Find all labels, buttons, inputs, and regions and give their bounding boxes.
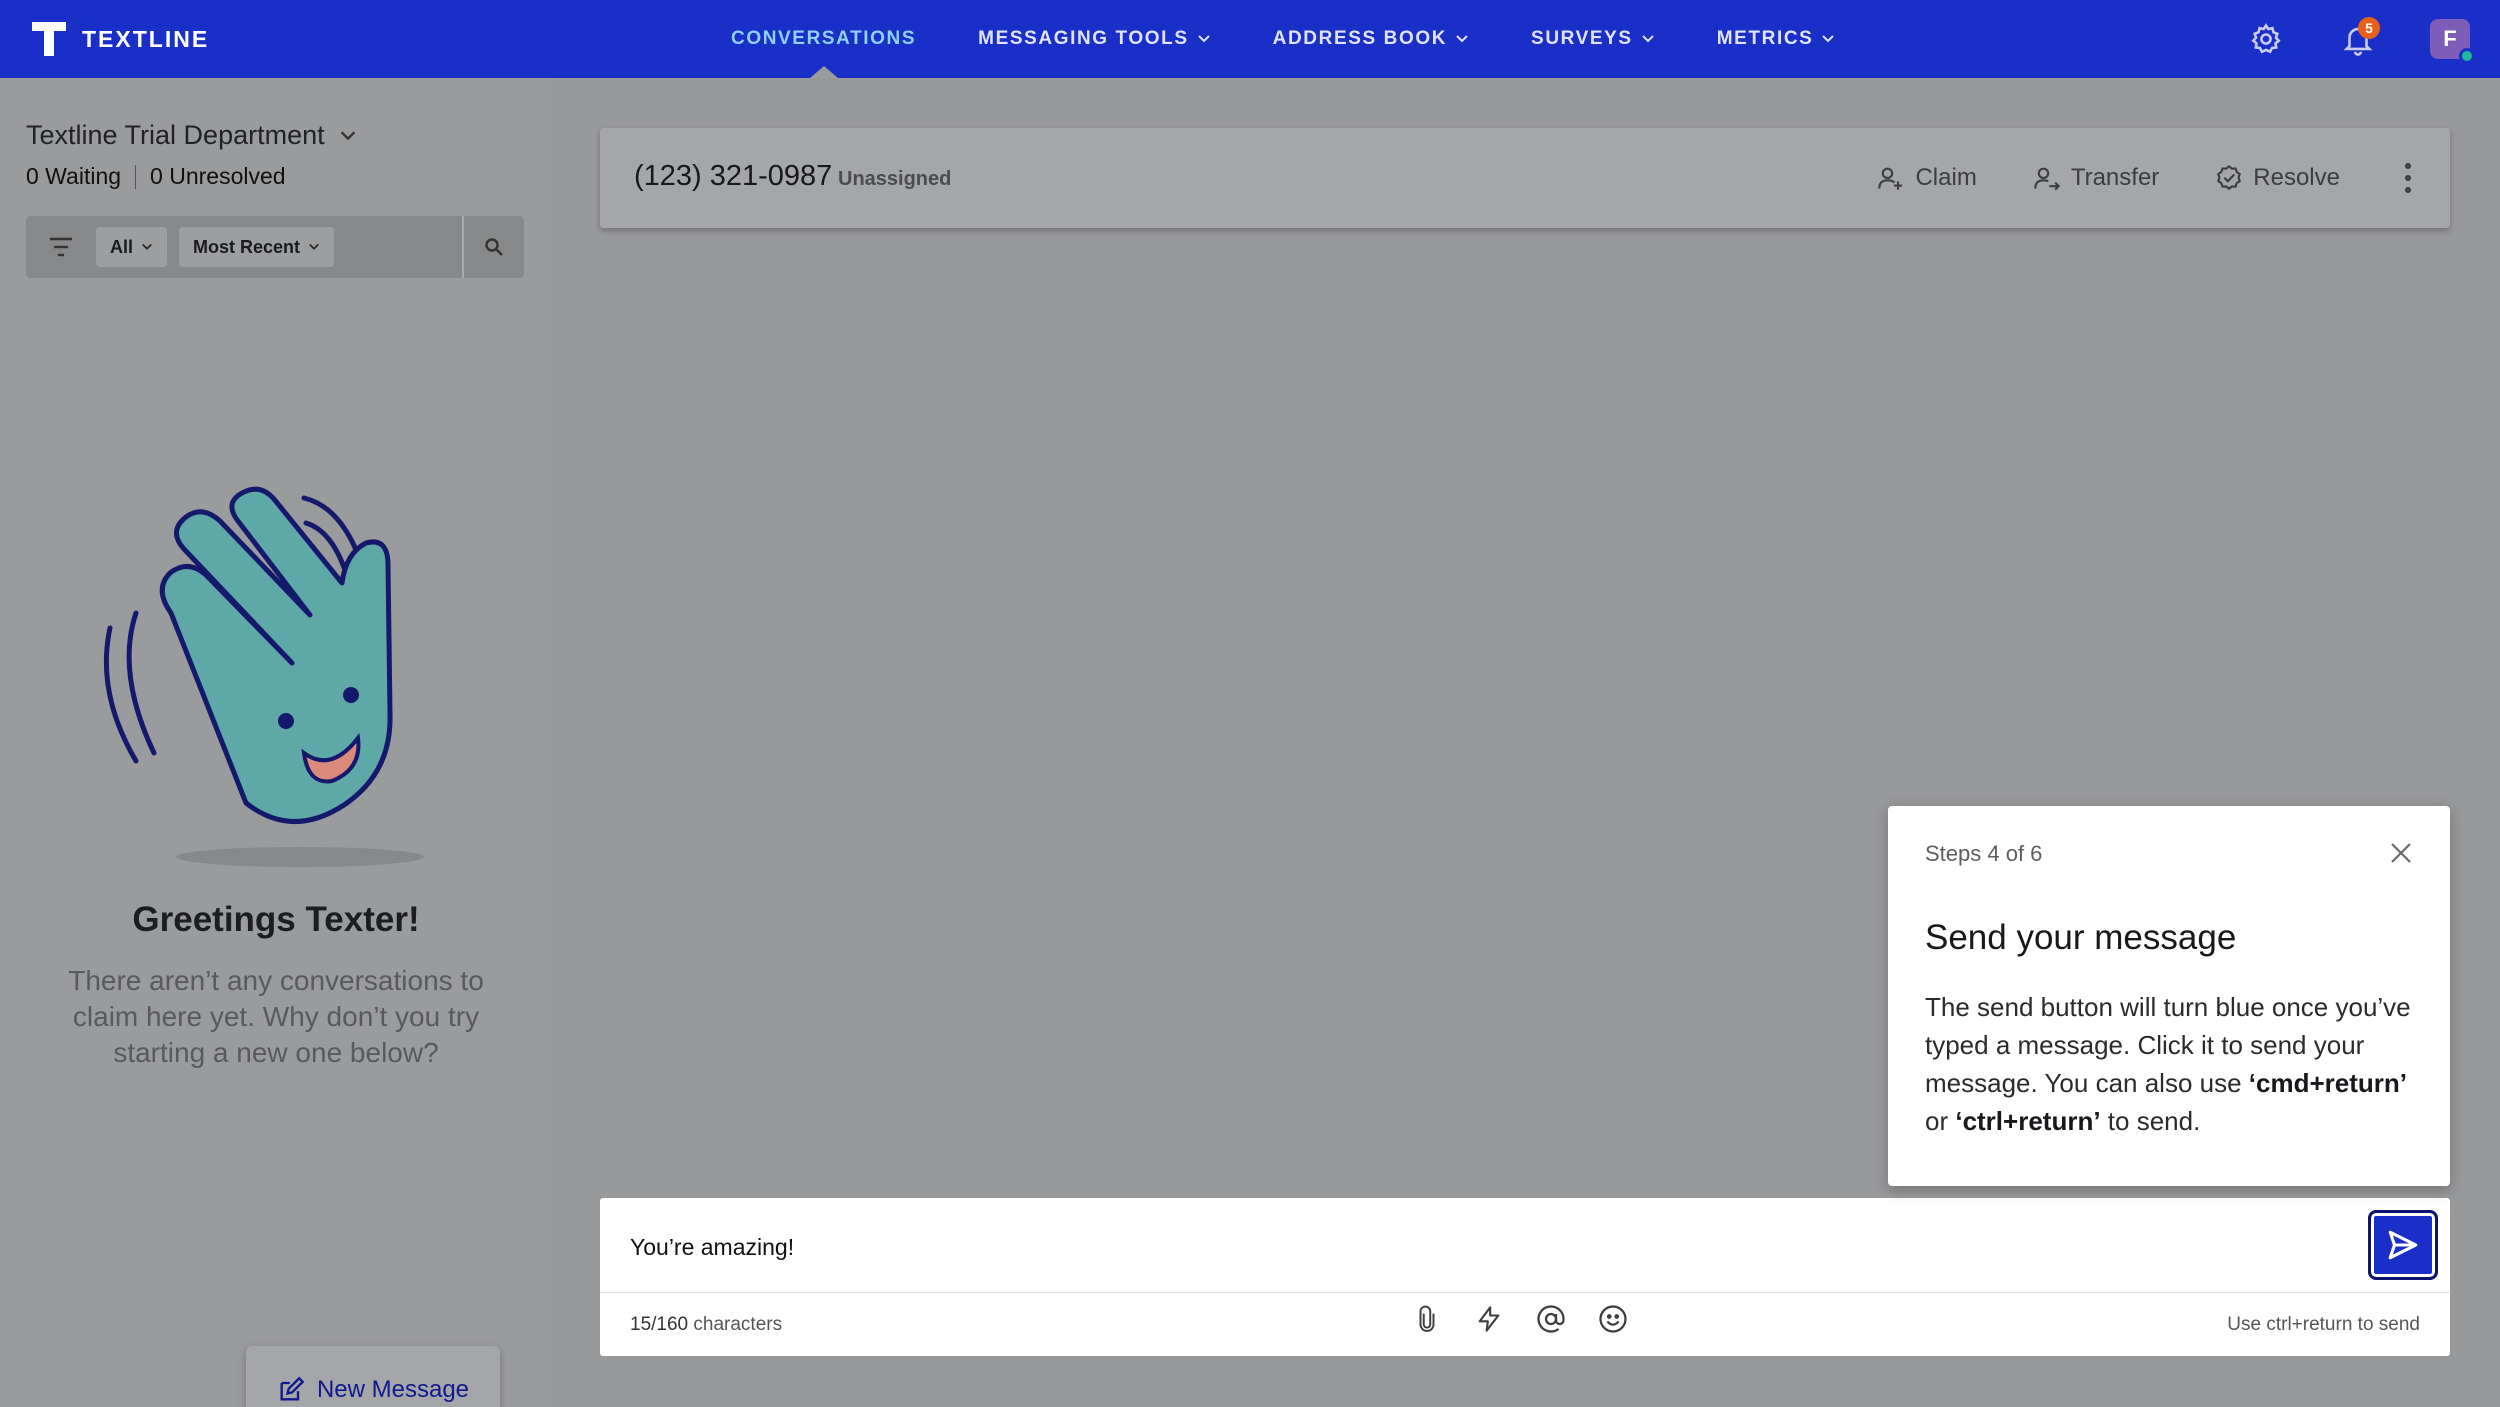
online-status-dot bbox=[2459, 48, 2475, 64]
resolve-check-icon bbox=[2217, 164, 2242, 191]
message-composer: 15/160 characters bbox=[600, 1198, 2450, 1356]
brand-name: TEXTLINE bbox=[82, 25, 210, 52]
status-filter-value: All bbox=[110, 236, 134, 257]
new-message-label: New Message bbox=[316, 1376, 470, 1403]
transfer-button[interactable]: Transfer bbox=[2033, 164, 2159, 192]
count-divider bbox=[135, 164, 137, 189]
compose-icon bbox=[280, 1376, 305, 1401]
character-counter: 15/160 characters bbox=[630, 1314, 782, 1336]
resolve-button[interactable]: Resolve bbox=[2215, 164, 2340, 192]
textline-logo-icon bbox=[32, 22, 66, 56]
composer-tools bbox=[1410, 1302, 1630, 1336]
status-filter-dropdown[interactable]: All bbox=[96, 227, 168, 267]
conversation-search-button[interactable] bbox=[462, 216, 524, 278]
nav-address-book[interactable]: ADDRESS BOOK bbox=[1242, 0, 1500, 78]
nav-messaging-tools-label: MESSAGING TOOLS bbox=[978, 28, 1189, 49]
nav-conversations-label: CONVERSATIONS bbox=[731, 28, 917, 49]
character-count-value: 15/160 bbox=[630, 1314, 689, 1335]
nav-conversations[interactable]: CONVERSATIONS bbox=[700, 0, 947, 78]
assignment-status: Unassigned bbox=[838, 168, 952, 190]
character-count-suffix: characters bbox=[688, 1314, 783, 1335]
contact-phone-number: (123) 321-0987 bbox=[634, 160, 833, 192]
claim-label: Claim bbox=[1915, 164, 1977, 191]
chevron-down-icon bbox=[1456, 35, 1468, 43]
more-options-button[interactable] bbox=[2396, 158, 2420, 198]
sort-dropdown[interactable]: Most Recent bbox=[179, 227, 335, 267]
nav-surveys-label: SURVEYS bbox=[1531, 28, 1633, 49]
nav-messaging-tools[interactable]: MESSAGING TOOLS bbox=[947, 0, 1242, 78]
conversation-filter-bar: All Most Recent bbox=[26, 216, 524, 278]
active-nav-indicator bbox=[809, 66, 838, 78]
at-sign-icon bbox=[1537, 1305, 1565, 1333]
send-shortcut-hint: Use ctrl+return to send bbox=[2227, 1314, 2420, 1335]
message-input[interactable] bbox=[630, 1222, 2270, 1272]
tour-body-part-2: or bbox=[1925, 1106, 1956, 1136]
notification-count-badge: 5 bbox=[2358, 17, 2380, 39]
paperclip-icon bbox=[1419, 1305, 1435, 1332]
tour-shortcut-ctrl: ‘ctrl+return’ bbox=[1955, 1106, 2101, 1136]
emoji-button[interactable] bbox=[1596, 1302, 1630, 1336]
nav-address-book-label: ADDRESS BOOK bbox=[1272, 28, 1448, 49]
filter-icon bbox=[50, 237, 72, 257]
lightning-bolt-icon bbox=[1478, 1306, 1500, 1332]
search-icon bbox=[485, 238, 503, 256]
user-avatar[interactable]: F bbox=[2430, 19, 2475, 64]
waving-hand-illustration bbox=[103, 486, 424, 867]
conversation-sidebar: Textline Trial Department 0 Waiting 0 Un… bbox=[0, 78, 552, 1407]
send-button[interactable] bbox=[2368, 1210, 2438, 1280]
chevron-down-icon bbox=[309, 243, 319, 250]
sort-value: Most Recent bbox=[193, 236, 301, 257]
close-tour-button[interactable] bbox=[2384, 836, 2418, 870]
new-message-button[interactable]: New Message bbox=[246, 1346, 500, 1407]
composer-divider bbox=[600, 1292, 2450, 1293]
unresolved-count: 0 Unresolved bbox=[150, 163, 286, 189]
tour-title: Send your message bbox=[1925, 918, 2237, 957]
nav-metrics[interactable]: METRICS bbox=[1686, 0, 1867, 78]
mention-button[interactable] bbox=[1534, 1302, 1568, 1336]
waiting-count: 0 Waiting bbox=[26, 163, 122, 189]
gear-icon bbox=[2251, 23, 2281, 54]
tour-step-indicator: Steps 4 of 6 bbox=[1925, 841, 2043, 866]
top-navigation-bar: TEXTLINE CONVERSATIONS MESSAGING TOOLS A… bbox=[0, 0, 2500, 78]
conversation-actions: Claim Transfer Resolve bbox=[1877, 128, 2420, 228]
attach-button[interactable] bbox=[1410, 1302, 1444, 1336]
kebab-menu-icon bbox=[2405, 163, 2411, 193]
nav-metrics-label: METRICS bbox=[1716, 28, 1814, 49]
nav-surveys[interactable]: SURVEYS bbox=[1500, 0, 1686, 78]
tour-shortcut-cmd: ‘cmd+return’ bbox=[2248, 1068, 2407, 1098]
empty-state-text: There aren’t any conversations to claim … bbox=[68, 965, 484, 1068]
transfer-user-icon bbox=[2034, 167, 2060, 191]
tour-body: The send button will turn blue once you’… bbox=[1925, 988, 2425, 1140]
filter-button[interactable] bbox=[26, 216, 96, 278]
main-nav: CONVERSATIONS MESSAGING TOOLS ADDRESS BO… bbox=[700, 0, 1866, 78]
resolve-label: Resolve bbox=[2253, 164, 2340, 191]
conversation-header: (123) 321-0987 Unassigned Claim Transfer bbox=[600, 128, 2450, 228]
empty-state-title: Greetings Texter! bbox=[132, 900, 420, 939]
avatar-initial: F bbox=[2443, 26, 2457, 51]
settings-button[interactable] bbox=[2246, 19, 2286, 59]
queue-counts: 0 Waiting 0 Unresolved bbox=[26, 163, 286, 190]
onboarding-tour-popover: Steps 4 of 6 Send your message The send … bbox=[1888, 806, 2450, 1186]
chevron-down-icon bbox=[142, 243, 152, 250]
top-right-controls: 5 F bbox=[2246, 0, 2475, 78]
claim-user-icon bbox=[1878, 167, 1903, 190]
chevron-down-icon bbox=[340, 130, 355, 140]
chevron-down-icon bbox=[1822, 35, 1835, 43]
tour-body-part-3: to send. bbox=[2100, 1106, 2201, 1136]
chevron-down-icon bbox=[1642, 35, 1654, 43]
chevron-down-icon bbox=[1197, 35, 1210, 43]
notifications-button[interactable]: 5 bbox=[2338, 17, 2380, 59]
smiley-face-icon bbox=[1599, 1305, 1627, 1333]
department-name: Textline Trial Department bbox=[26, 120, 325, 150]
claim-button[interactable]: Claim bbox=[1877, 164, 1977, 192]
send-icon bbox=[2388, 1230, 2418, 1260]
transfer-label: Transfer bbox=[2070, 164, 2160, 191]
department-selector[interactable]: Textline Trial Department bbox=[26, 120, 357, 151]
close-icon bbox=[2391, 843, 2411, 863]
quick-reply-button[interactable] bbox=[1472, 1302, 1506, 1336]
brand-logo[interactable]: TEXTLINE bbox=[30, 20, 209, 58]
conversation-pane: (123) 321-0987 Unassigned Claim Transfer bbox=[552, 78, 2500, 1407]
